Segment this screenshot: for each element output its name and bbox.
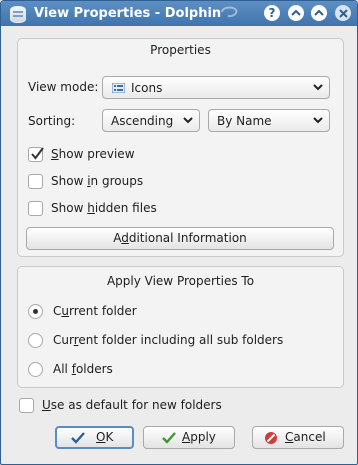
list-icon	[112, 83, 125, 93]
cancel-label: Cancel	[285, 427, 326, 448]
chevron-up-icon	[291, 9, 301, 16]
cancel-button[interactable]: Cancel	[252, 426, 344, 449]
label-part: Show	[51, 201, 88, 215]
label-part: Show	[51, 174, 88, 188]
checkmark-icon	[71, 432, 85, 444]
show-in-groups-checkbox[interactable]	[28, 174, 43, 189]
checkmark-icon	[31, 147, 44, 160]
close-icon	[338, 8, 348, 18]
chevron-up-icon	[314, 9, 324, 16]
properties-group: Properties View mode: Icons Sorting: Asc…	[17, 38, 344, 257]
mnemonic: U	[42, 398, 51, 412]
label-part: se as default for new folders	[50, 398, 222, 412]
sort-by-value: By Name	[217, 114, 272, 128]
additional-information-button[interactable]: Additional Information	[26, 227, 334, 250]
label-part: Cur	[53, 333, 74, 347]
kde-swirl-icon	[221, 6, 238, 18]
show-in-groups-label[interactable]: Show in groups	[51, 174, 143, 188]
sort-by-select[interactable]: By Name	[208, 109, 330, 132]
apply-label: Apply	[182, 427, 216, 448]
close-button[interactable]	[335, 5, 351, 21]
dialog-window: View Properties - Dolphin ? Properties V…	[0, 0, 358, 465]
label-part: ditional Information	[128, 231, 247, 245]
label-part: ancel	[293, 430, 326, 444]
show-preview-label[interactable]: Show preview	[51, 147, 135, 161]
ok-button[interactable]: OK	[55, 426, 134, 449]
show-preview-checkbox[interactable]	[28, 147, 44, 162]
sorting-label: Sorting:	[28, 114, 76, 128]
use-as-default-label[interactable]: Use as default for new folders	[42, 398, 222, 412]
all-folders-label[interactable]: All folders	[53, 362, 113, 376]
sort-order-value: Ascending	[111, 114, 174, 128]
view-mode-label: View mode:	[28, 80, 99, 94]
label-part: how preview	[58, 147, 135, 161]
apply-to-group: Apply View Properties To Current folder …	[17, 266, 344, 388]
label-part: idden files	[94, 201, 157, 215]
view-mode-select[interactable]: Icons	[102, 76, 330, 99]
all-folders-radio[interactable]	[28, 362, 43, 377]
mnemonic: u	[61, 304, 69, 318]
current-folder-label[interactable]: Current folder	[53, 304, 137, 318]
use-as-default-checkbox[interactable]	[19, 398, 34, 413]
label-part: rrent folder	[69, 304, 137, 318]
sort-order-select[interactable]: Ascending	[102, 109, 200, 132]
ok-label: OK	[96, 428, 113, 447]
mnemonic: A	[182, 430, 191, 444]
label-part: ent folder including all sub folders	[78, 333, 284, 347]
label-part: olders	[75, 362, 113, 376]
current-folder-radio[interactable]	[28, 304, 43, 319]
mnemonic: h	[87, 201, 95, 215]
maximize-button[interactable]	[311, 5, 327, 21]
minimize-button[interactable]	[288, 5, 304, 21]
show-hidden-files-label[interactable]: Show hidden files	[51, 201, 157, 215]
apply-check-icon	[162, 432, 176, 444]
help-button[interactable]: ?	[264, 5, 280, 21]
window-title: View Properties - Dolphin	[34, 6, 222, 21]
label-part: n groups	[90, 174, 144, 188]
help-icon: ?	[268, 6, 276, 20]
label-part: pply	[190, 430, 216, 444]
apply-button[interactable]: Apply	[143, 426, 235, 449]
cancel-icon	[265, 432, 277, 444]
chevron-down-icon	[313, 117, 323, 124]
mnemonic: d	[121, 231, 129, 245]
current-folder-subfolders-radio[interactable]	[28, 333, 43, 348]
current-folder-subfolders-label[interactable]: Current folder including all sub folders	[53, 333, 283, 347]
apply-to-group-title: Apply View Properties To	[106, 274, 255, 288]
show-hidden-files-checkbox[interactable]	[28, 201, 43, 216]
properties-group-title: Properties	[150, 43, 211, 57]
label-part: K	[105, 430, 114, 444]
mnemonic: S	[51, 147, 59, 161]
title-bar[interactable]: View Properties - Dolphin ?	[1, 1, 357, 26]
chevron-down-icon	[313, 84, 323, 91]
view-mode-value: Icons	[131, 81, 163, 95]
label-part: All	[53, 362, 72, 376]
dolphin-app-icon	[10, 6, 26, 23]
chevron-down-icon	[183, 117, 193, 124]
